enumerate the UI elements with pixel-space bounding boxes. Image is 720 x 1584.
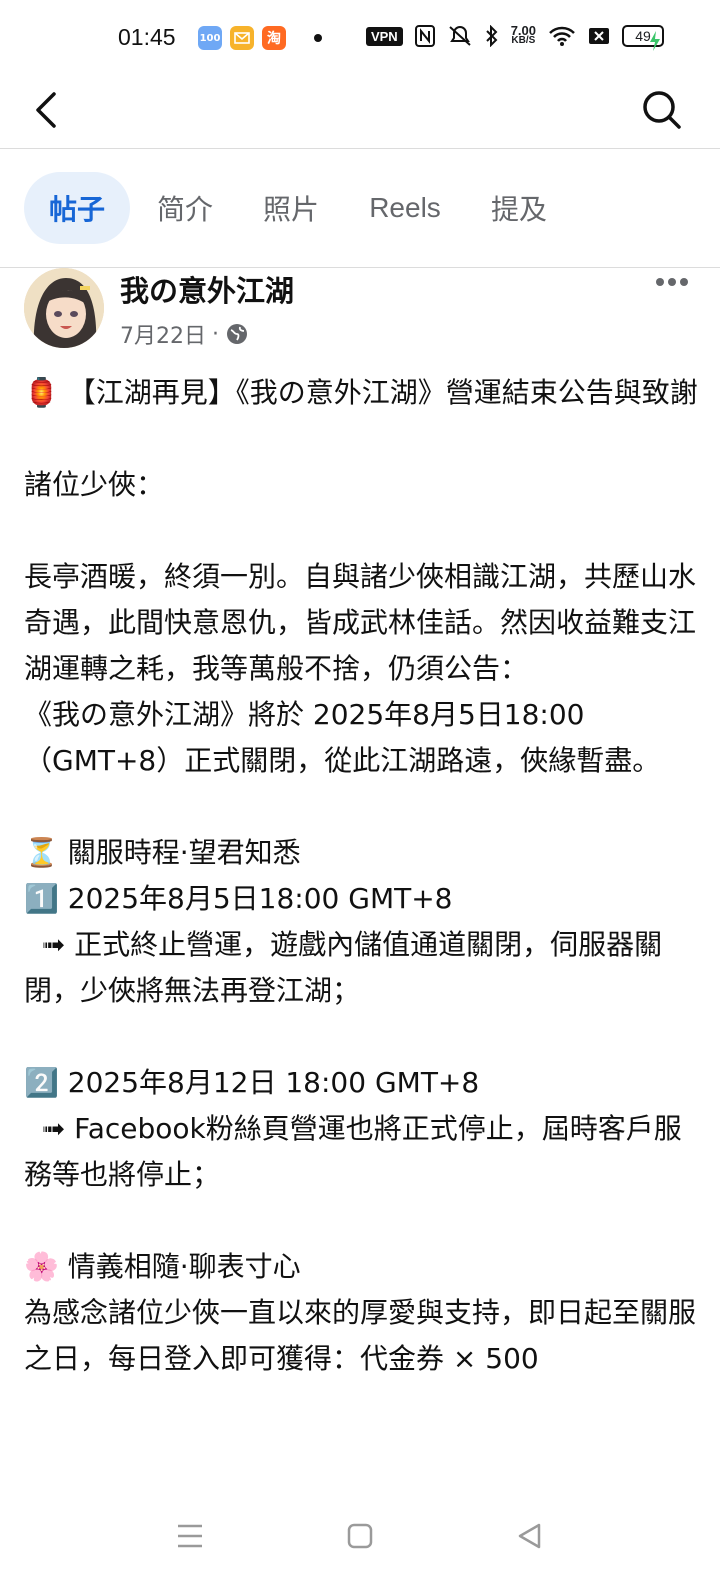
menu-lines-icon [178, 1524, 202, 1548]
mail-icon [230, 26, 254, 50]
post-line: 《我の意外江湖》將於 2025年8月5日18:00（GMT+8）正式關閉，從此江… [24, 698, 661, 777]
home-button[interactable] [338, 1514, 382, 1558]
meta-separator: · [212, 321, 219, 347]
post-line: 諸位少俠： [24, 468, 165, 501]
notification-dot-icon [314, 34, 322, 42]
search-button[interactable] [638, 86, 686, 134]
vpn-badge: VPN [365, 26, 403, 46]
back-button[interactable] [28, 86, 68, 134]
mute-icon [449, 26, 471, 46]
post-line: 為感念諸位少俠一直以來的厚愛與支持，即日起至關服之日，每日登入即可獲得：代金券 … [24, 1296, 697, 1375]
post-meta: 7月22日 · [120, 318, 249, 350]
avatar-image [24, 268, 104, 348]
post-line: 2️⃣ 2025年8月12日 18:00 GMT+8 [24, 1066, 480, 1099]
post-line: 1️⃣ 2025年8月5日18:00 GMT+8 [24, 882, 453, 915]
tab-reels[interactable]: Reels [358, 172, 452, 244]
post-body: 🏮 【江湖再見】《我の意外江湖》營運結束公告與致謝 諸位少俠： 長亭酒暖，終須一… [24, 370, 700, 1382]
globe-icon [227, 324, 247, 344]
post-line: 🌸 情義相隨·聊表寸心 [24, 1250, 301, 1283]
more-dot-icon [656, 278, 664, 286]
status-app-icons: 100 淘 [198, 26, 322, 50]
post-author[interactable]: 我の意外江湖 [120, 268, 294, 310]
tabs-divider [0, 267, 720, 268]
tab-photos[interactable]: 照片 [246, 172, 336, 244]
data-off-icon [589, 28, 609, 44]
status-indicators: VPN 7.00 KB/S 49 [365, 23, 664, 48]
system-back-button[interactable] [508, 1514, 552, 1558]
page-tabs: 帖子 简介 照片 Reels 提及 [0, 172, 720, 244]
nfc-icon [414, 25, 435, 47]
post-line: 長亭酒暖，終須一別。自與諸少俠相識江湖，共歷山水奇遇，此間快意恩仇，皆成武林佳話… [24, 560, 697, 685]
tab-posts[interactable]: 帖子 [24, 172, 130, 244]
back-triangle-icon [518, 1523, 541, 1549]
more-dot-icon [668, 278, 676, 286]
post-line: ⏳ 關服時程·望君知悉 [24, 836, 301, 869]
home-square-icon [347, 1523, 373, 1549]
back-arrow-icon [36, 92, 56, 128]
status-time: 01:45 [118, 24, 176, 50]
app-100-icon: 100 [198, 26, 222, 50]
system-nav-bar [0, 1488, 720, 1584]
top-bar [0, 80, 720, 149]
post-more-options-button[interactable] [652, 270, 692, 294]
charging-icon [650, 31, 660, 51]
post-date[interactable]: 7月22日 [120, 318, 206, 350]
taobao-icon: 淘 [262, 26, 286, 50]
post-line: 🏮 【江湖再見】《我の意外江湖》營運結束公告與致謝 [24, 376, 698, 409]
more-dot-icon [680, 278, 688, 286]
tab-mentions[interactable]: 提及 [474, 172, 564, 244]
tab-about[interactable]: 简介 [140, 172, 230, 244]
recent-apps-button[interactable] [168, 1514, 212, 1558]
bluetooth-icon [485, 25, 498, 47]
post-line: ➟ Facebook粉絲頁營運也將正式停止，屆時客戶服務等也將停止； [24, 1112, 682, 1191]
status-bar: 01:45 100 淘 VPN 7.00 KB/S 49 [0, 0, 720, 80]
post-line: ➟ 正式終止營運，遊戲內儲值通道關閉，伺服器關閉，少俠將無法再登江湖； [24, 928, 663, 1007]
network-speed: 7.00 KB/S [510, 23, 536, 46]
wifi-icon [549, 26, 575, 46]
search-icon [643, 91, 681, 129]
page-avatar[interactable] [24, 268, 104, 348]
